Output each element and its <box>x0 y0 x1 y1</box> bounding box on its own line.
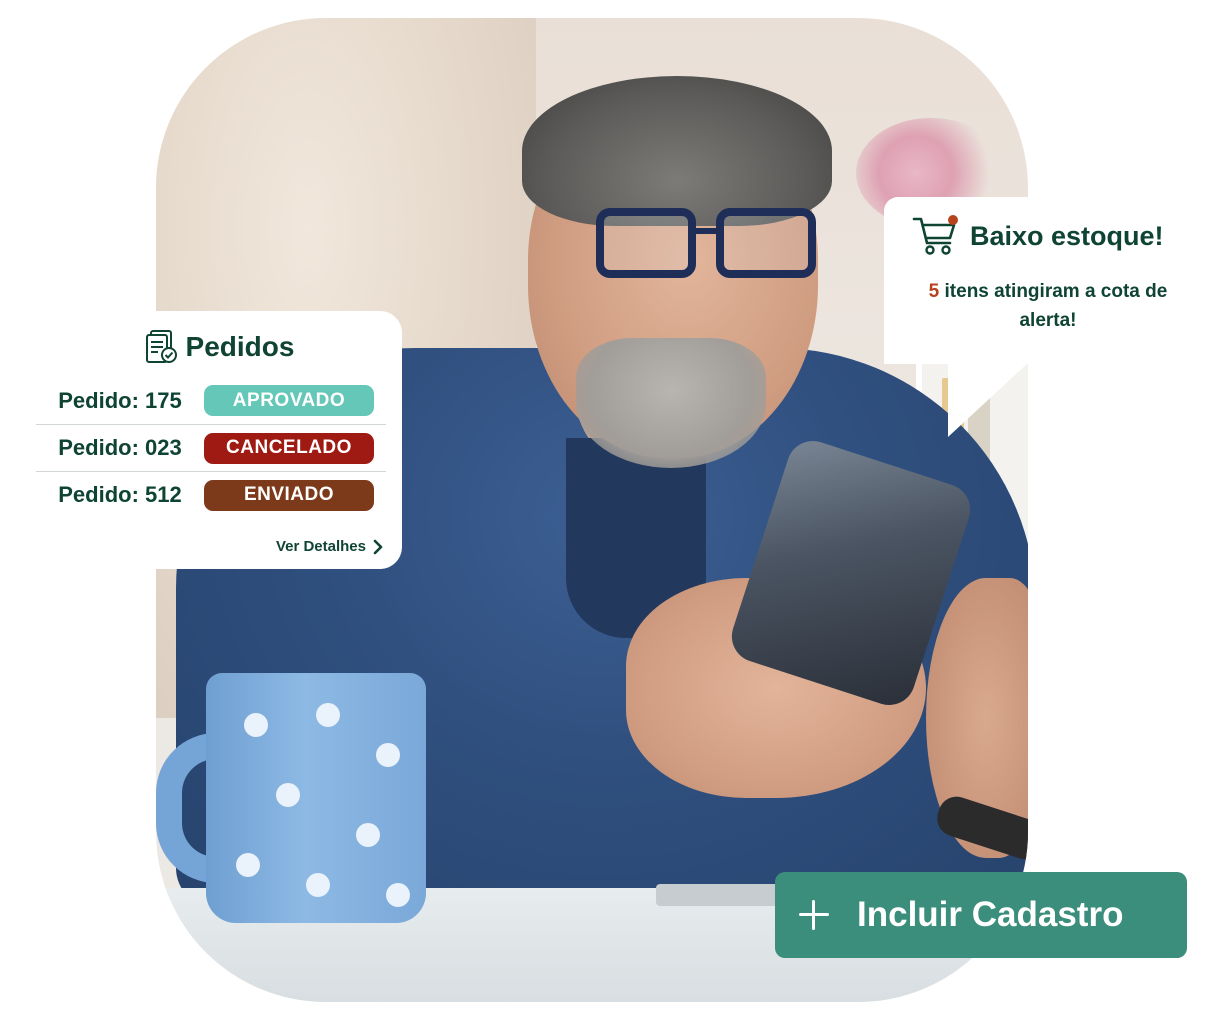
low-stock-title: Baixo estoque! <box>970 220 1164 251</box>
add-registration-label: Incluir Cadastro <box>857 895 1124 934</box>
add-registration-button[interactable]: Incluir Cadastro <box>775 872 1187 958</box>
status-badge: APROVADO <box>204 385 374 416</box>
order-number: Pedido: 175 <box>58 387 182 413</box>
coffee-mug <box>206 673 426 923</box>
order-row[interactable]: Pedido: 175 APROVADO <box>36 377 386 424</box>
glasses <box>596 208 816 288</box>
order-row[interactable]: Pedido: 512 ENVIADO <box>36 471 386 518</box>
order-row[interactable]: Pedido: 023 CANCELADO <box>36 424 386 471</box>
view-details-link[interactable]: Ver Detalhes <box>276 538 384 555</box>
view-details-label: Ver Detalhes <box>275 538 366 555</box>
man-hair <box>522 76 832 226</box>
man-beard <box>576 338 766 468</box>
document-check-icon <box>145 330 177 363</box>
speech-bubble-tail <box>948 363 1028 437</box>
low-stock-count: 5 <box>928 281 940 302</box>
order-number: Pedido: 512 <box>58 482 182 507</box>
low-stock-header: Baixo estoque! <box>912 215 1164 257</box>
orders-card: Pedidos Pedido: 175 APROVADO Pedido: 023… <box>36 311 402 569</box>
orders-header: Pedidos <box>36 329 402 365</box>
status-badge: CANCELADO <box>204 432 374 464</box>
low-stock-message: 5 itens atingiram a cota de alerta! <box>906 277 1190 335</box>
order-number: Pedido: 023 <box>58 435 182 460</box>
low-stock-alert: Baixo estoque! 5 itens atingiram a cota … <box>884 197 1196 364</box>
low-stock-message-text: itens atingiram a cota de alerta! <box>939 281 1168 331</box>
plus-icon <box>797 898 831 932</box>
shopping-cart-icon <box>912 215 958 255</box>
status-badge: ENVIADO <box>204 479 374 511</box>
chevron-right-icon <box>373 539 383 554</box>
orders-title: Pedidos <box>185 331 295 362</box>
